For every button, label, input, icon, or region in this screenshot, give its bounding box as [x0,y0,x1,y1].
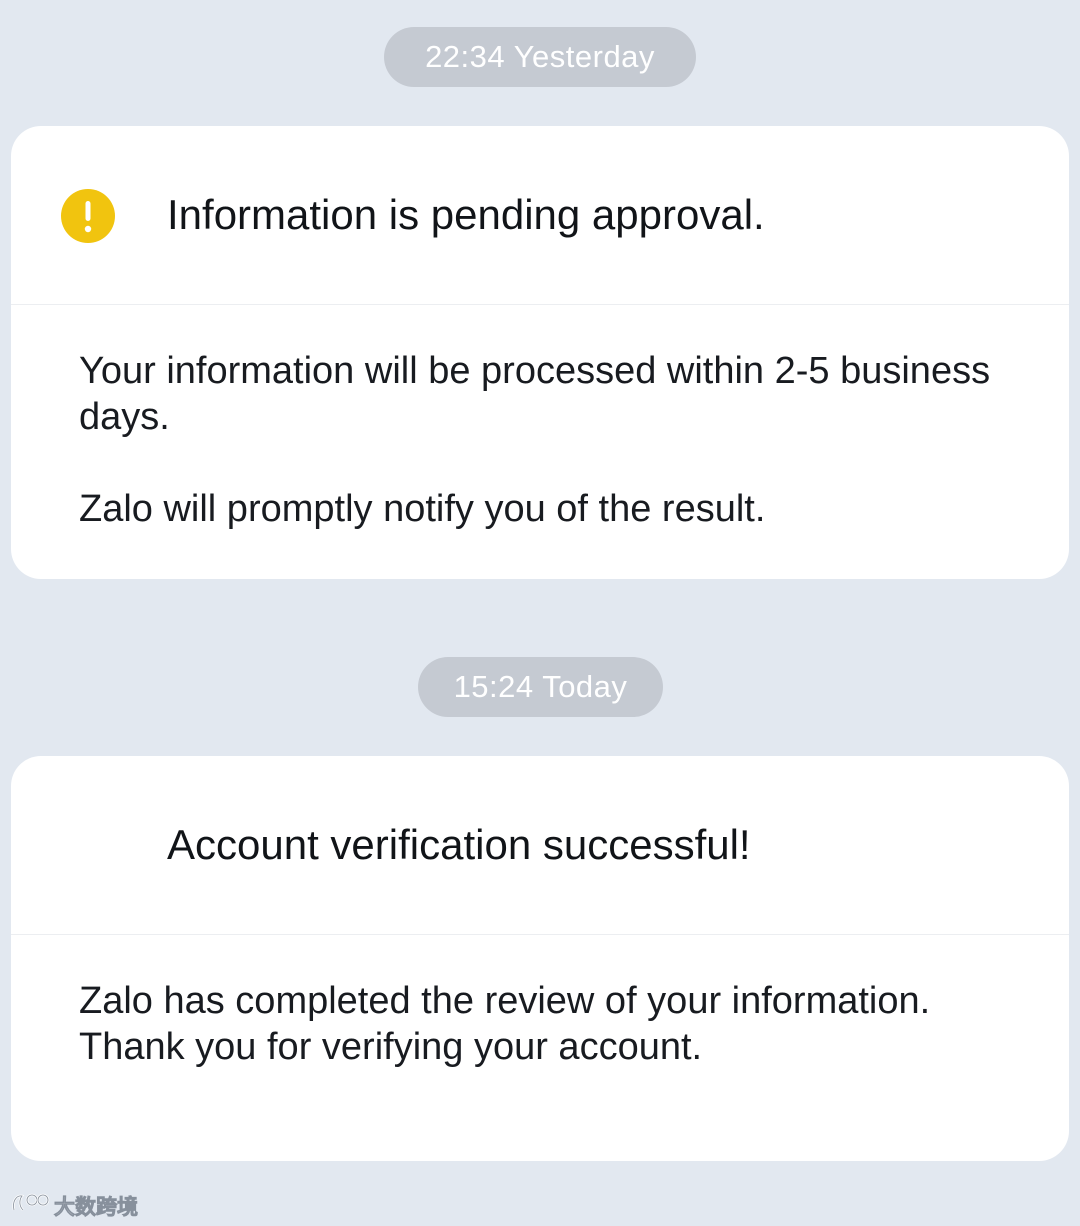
card-header: Information is pending approval. [11,126,1069,305]
notification-card-pending[interactable]: Information is pending approval. Your in… [11,126,1069,579]
card-title: Account verification successful! [167,821,751,868]
card-header: Account verification successful! [11,756,1069,935]
card-body: Zalo has completed the review of your in… [79,978,1019,1070]
body-paragraph: Zalo will promptly notify you of the res… [79,488,766,530]
watermark-logo-icon [10,1190,50,1223]
watermark-text: 大数跨境 [54,1195,139,1220]
time-pill-yesterday: 22:34 Yesterday [384,27,696,87]
time-pill-today: 15:24 Today [418,657,663,717]
watermark: 大数跨境 [10,1190,138,1222]
warning-icon [61,189,115,243]
card-body: Your information will be processed withi… [79,348,1019,532]
body-paragraph: Your information will be processed withi… [79,350,991,438]
notification-card-verified[interactable]: Account verification successful! Zalo ha… [11,756,1069,1161]
body-paragraph: Zalo has completed the review of your in… [79,980,931,1068]
card-title: Information is pending approval. [167,191,765,238]
